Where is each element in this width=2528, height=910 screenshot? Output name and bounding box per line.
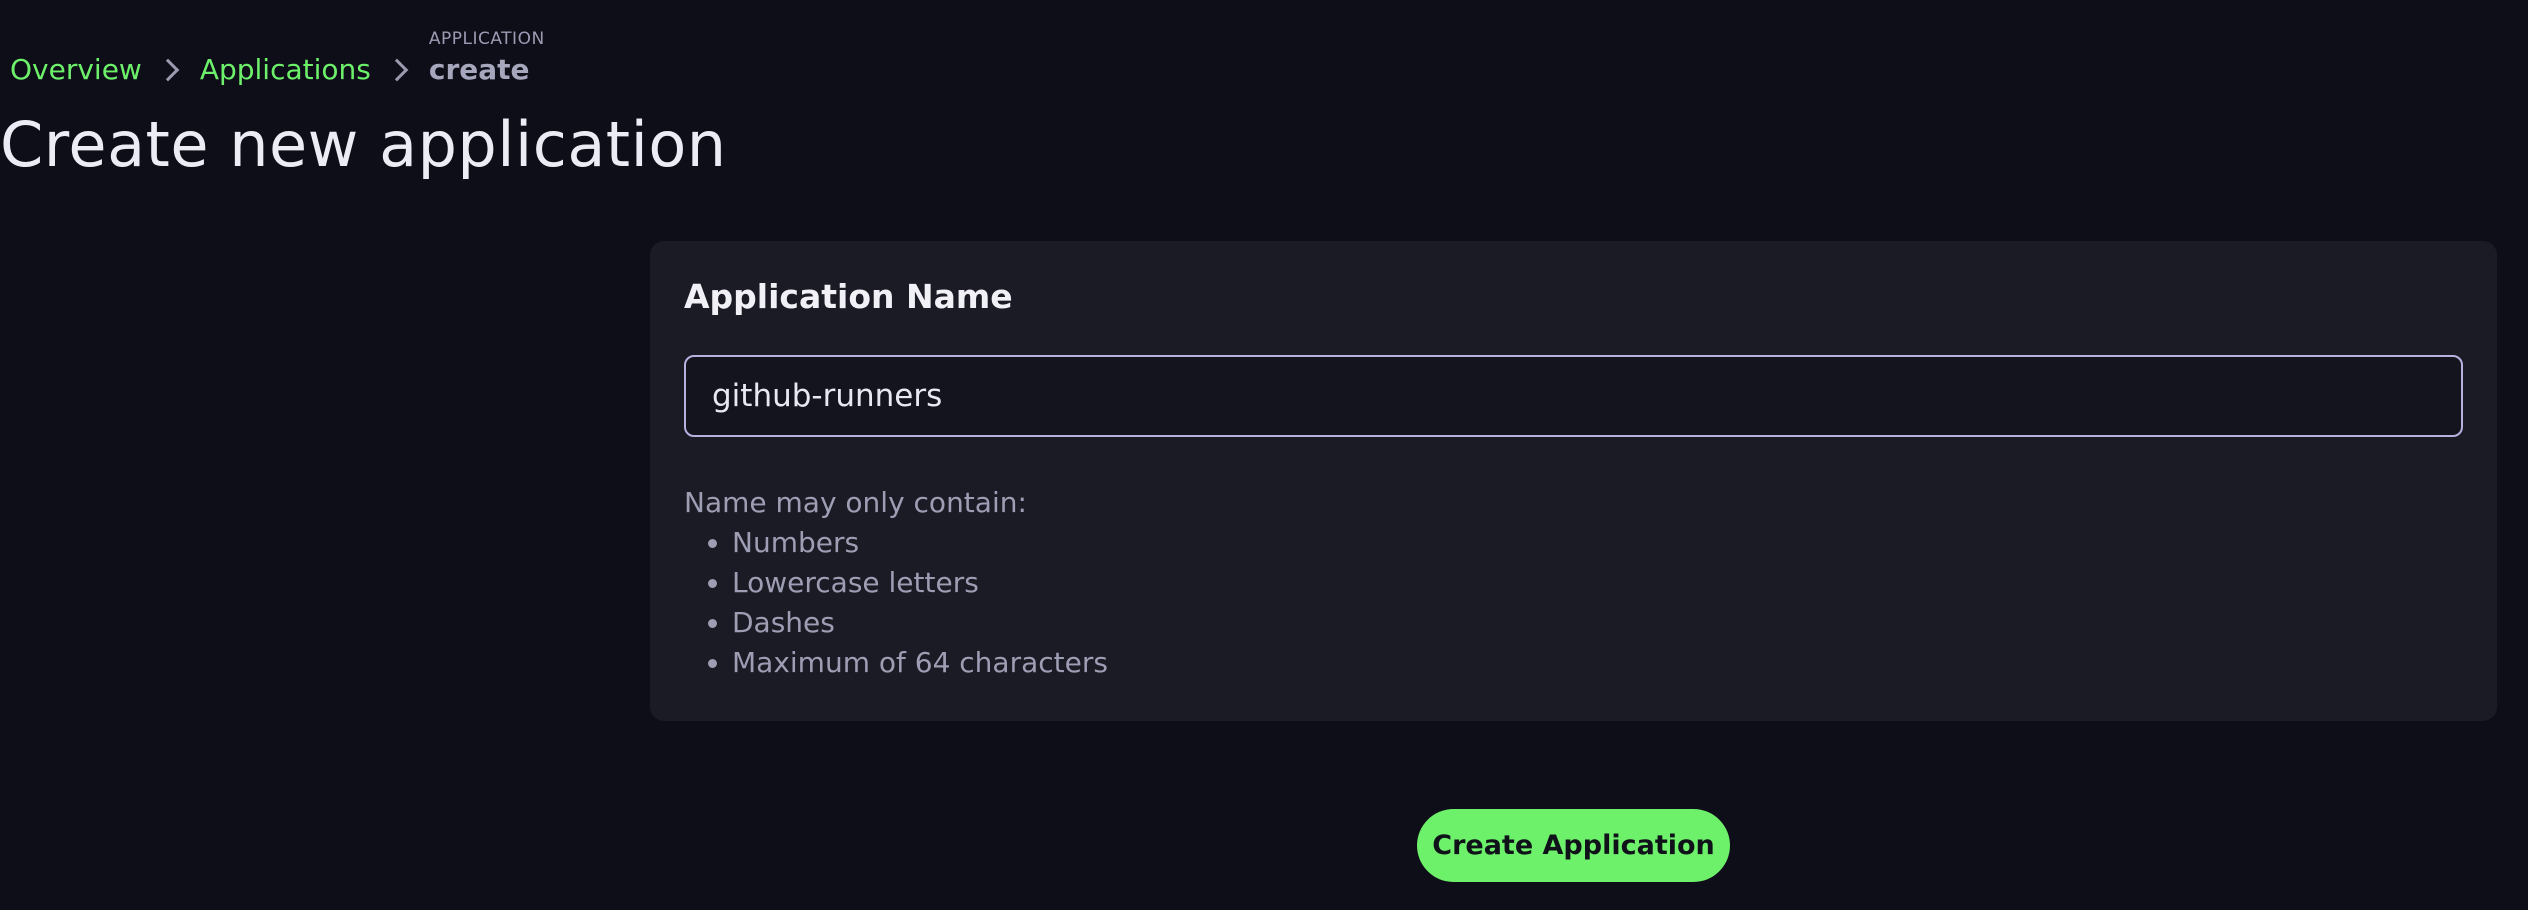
chevron-right-icon [156, 58, 180, 82]
name-rules: Name may only contain: Numbers Lowercase… [684, 483, 2463, 683]
page-title: Create new application [0, 108, 727, 181]
name-rule-item: Numbers [732, 523, 2463, 563]
breadcrumb: Overview Applications APPLICATION create [10, 29, 544, 88]
chevron-right-icon [385, 58, 409, 82]
application-name-label: Application Name [684, 277, 1013, 316]
breadcrumb-current-label: create [428, 53, 530, 86]
application-name-input[interactable] [684, 355, 2463, 437]
name-rule-item: Lowercase letters [732, 563, 2463, 603]
name-rule-item: Dashes [732, 603, 2463, 643]
breadcrumb-current: APPLICATION create [428, 29, 544, 88]
breadcrumb-link-applications[interactable]: Applications [200, 52, 371, 88]
breadcrumb-link-overview[interactable]: Overview [10, 52, 142, 88]
breadcrumb-current-kicker: APPLICATION [428, 29, 545, 49]
name-rules-intro: Name may only contain: [684, 486, 1027, 519]
name-rule-item: Maximum of 64 characters [732, 643, 2463, 683]
name-rules-list: Numbers Lowercase letters Dashes Maximum… [684, 523, 2463, 683]
create-application-button[interactable]: Create Application [1417, 809, 1730, 882]
application-form-card: Application Name Name may only contain: … [650, 241, 2497, 721]
create-application-page: Overview Applications APPLICATION create… [0, 0, 2528, 910]
